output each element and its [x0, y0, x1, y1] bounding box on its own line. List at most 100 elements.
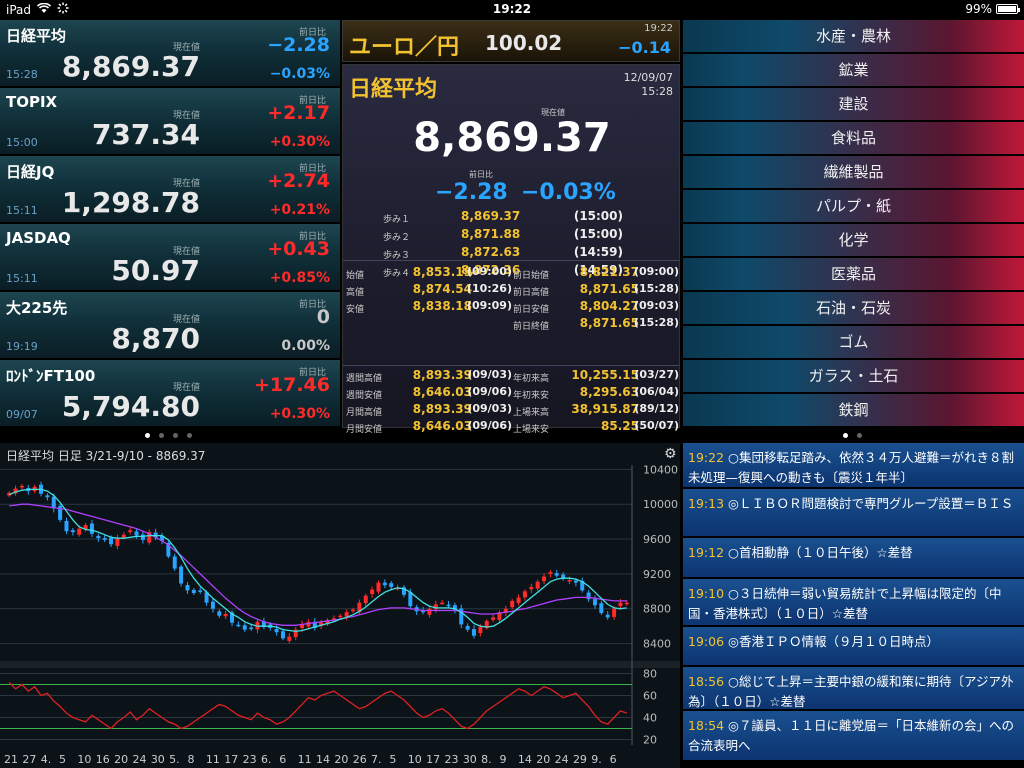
- status-bar: iPad 19:22 99%: [0, 0, 1024, 20]
- stat-time: (09:03): [633, 299, 679, 312]
- detail-change: −2.28: [435, 180, 508, 205]
- stat-time: (09/03): [467, 368, 512, 381]
- news-item[interactable]: 19:06 ◎香港ＩＰＯ情報（９月１０日時点）: [683, 627, 1024, 666]
- index-change: 0: [316, 306, 330, 328]
- candle-body: [96, 535, 101, 539]
- ayumi-time: (15:00): [573, 209, 623, 223]
- candle-body: [121, 534, 126, 538]
- index-tile[interactable]: 日経平均 前日比 現在値 15:28 8,869.37 −2.28 −0.03%: [0, 20, 340, 87]
- stat-value: 8,893.39: [412, 368, 472, 382]
- index-change: −2.28: [267, 34, 330, 56]
- y-tick-label: 10400: [643, 463, 678, 476]
- stat-time: (15:28): [633, 316, 679, 329]
- index-tile[interactable]: 日経JQ 前日比 現在値 15:11 1,298.78 +2.74 +0.21%: [0, 156, 340, 223]
- ayumi-label: 歩み２: [383, 233, 411, 243]
- news-headline: ○総じて上昇＝主要中銀の緩和策に期待〔アジア外為〕（１０日）☆差替: [688, 674, 1014, 709]
- x-tick-label: 10: [408, 753, 422, 766]
- x-tick-label: 30: [151, 753, 165, 766]
- candle-body: [128, 530, 133, 533]
- chart-panel[interactable]: 10400 10000 9600 9200 8800 8400 80 60 40 20 21 27 4.…: [0, 443, 680, 768]
- sector-item[interactable]: 鉱業: [683, 54, 1024, 87]
- sector-item[interactable]: 化学: [683, 224, 1024, 257]
- x-tick-label: 6.: [261, 753, 272, 766]
- stat-row: 週間高値 8,893.39 (09/03): [346, 368, 512, 385]
- index-percent: +0.30%: [269, 406, 330, 422]
- sector-item[interactable]: ガラス・土石: [683, 360, 1024, 393]
- x-tick-label: 10: [77, 753, 91, 766]
- osc-tick-label: 60: [643, 690, 657, 703]
- index-change: +2.74: [267, 170, 330, 192]
- x-tick-label: 24: [555, 753, 569, 766]
- stat-row: 年初来安 8,295.63 (06/04): [513, 385, 679, 402]
- candle-body: [376, 582, 381, 592]
- news-time: 19:13: [688, 496, 725, 511]
- y-tick-label: 8400: [643, 638, 671, 651]
- index-change: +2.17: [267, 102, 330, 124]
- x-tick-label: 9.: [591, 753, 602, 766]
- index-tile[interactable]: 大225先 前日比 現在値 19:19 8,870 0 0.00%: [0, 292, 340, 359]
- index-change: +17.46: [253, 374, 330, 396]
- candle-body: [573, 580, 578, 583]
- news-item[interactable]: 19:12 ○首相動静（１０日午後）☆差替: [683, 538, 1024, 578]
- detail-percent: −0.03%: [521, 180, 616, 205]
- index-name: JASDAQ: [6, 229, 71, 247]
- news-time: 19:22: [688, 450, 725, 465]
- news-item[interactable]: 18:56 ○総じて上昇＝主要中銀の緩和策に期待〔アジア外為〕（１０日）☆差替: [683, 667, 1024, 710]
- candle-body: [548, 572, 553, 574]
- x-tick-label: 20: [536, 753, 550, 766]
- fx-quote[interactable]: ユーロ／円 100.02 19:22 −0.14: [342, 20, 680, 62]
- index-page-dots[interactable]: [145, 433, 192, 438]
- news-item[interactable]: 18:54 ◎７議員、１１日に離党届＝「日本維新の会」への合流表明へ: [683, 711, 1024, 761]
- fx-time: 19:22: [644, 23, 673, 34]
- candle-body: [77, 528, 82, 535]
- sector-item[interactable]: 水産・農林: [683, 20, 1024, 53]
- x-tick-label: 20: [334, 753, 348, 766]
- y-tick-label: 9600: [643, 533, 671, 546]
- fx-rate: 100.02: [485, 31, 563, 55]
- sector-item[interactable]: 石油・石炭: [683, 292, 1024, 325]
- battery-percent: 99%: [965, 2, 992, 16]
- candle-body: [287, 636, 292, 641]
- candle-body: [382, 582, 387, 586]
- news-item[interactable]: 19:13 ◎ＬＩＢＯＲ問題検討で専門グループ設置＝ＢＩＳ: [683, 489, 1024, 537]
- sector-item[interactable]: パルプ・紙: [683, 190, 1024, 223]
- sector-item[interactable]: 繊維製品: [683, 156, 1024, 189]
- gear-icon[interactable]: ⚙: [664, 446, 677, 462]
- battery-icon: [996, 4, 1020, 14]
- news-headline: ◎ＬＩＢＯＲ問題検討で専門グループ設置＝ＢＩＳ: [728, 496, 1014, 511]
- x-tick-label: 17: [224, 753, 238, 766]
- sector-item[interactable]: 食料品: [683, 122, 1024, 155]
- stat-row: 上場来安 85.25 (50/07): [513, 419, 679, 436]
- ayumi-time: (15:00): [573, 227, 623, 241]
- candle-body: [522, 591, 527, 598]
- candle-body: [446, 604, 451, 607]
- detail-date: 12/09/07: [623, 71, 673, 84]
- sector-item[interactable]: 建設: [683, 88, 1024, 121]
- sector-page-dots[interactable]: [843, 433, 862, 438]
- sector-item[interactable]: ゴム: [683, 326, 1024, 359]
- sector-item[interactable]: 鉄鋼: [683, 394, 1024, 427]
- osc-tick-label: 80: [643, 668, 657, 681]
- candle-body: [223, 613, 228, 617]
- stat-time: (09:09): [466, 299, 512, 312]
- index-time: 15:11: [6, 272, 38, 285]
- chart-background: [0, 443, 680, 768]
- ayumi-label: 歩み１: [383, 215, 411, 225]
- candlestick-chart[interactable]: 10400 10000 9600 9200 8800 8400 80 60 40 20 21 27 4.…: [0, 443, 680, 768]
- x-tick-label: 29: [573, 753, 587, 766]
- news-item[interactable]: 19:10 ○３日続伸＝弱い貿易統計で上昇幅は限定的〔中国・香港株式〕（１０日）☆…: [683, 579, 1024, 626]
- osc-tick-label: 40: [643, 712, 657, 725]
- stat-label: 年初来安: [513, 391, 550, 401]
- detail-time: 15:28: [641, 85, 673, 98]
- x-tick-label: 14: [316, 753, 330, 766]
- stat-value: 8,295.63: [579, 385, 639, 399]
- stat-time: (09:00): [466, 265, 512, 278]
- news-item[interactable]: 19:22 ○集団移転足踏み、依然３４万人避難＝がれき８割未処理—復興への動きも〔…: [683, 443, 1024, 488]
- index-tile[interactable]: TOPIX 前日比 現在値 15:00 737.34 +2.17 +0.30%: [0, 88, 340, 155]
- candle-body: [478, 627, 483, 634]
- x-tick-label: 9: [500, 753, 507, 766]
- sector-item[interactable]: 医薬品: [683, 258, 1024, 291]
- index-tile[interactable]: ﾛﾝﾄﾞﾝFT100 前日比 現在値 09/07 5,794.80 +17.46 +0.30…: [0, 360, 340, 427]
- candle-body: [210, 601, 215, 609]
- index-tile[interactable]: JASDAQ 前日比 現在値 15:11 50.97 +0.43 +0.85%: [0, 224, 340, 291]
